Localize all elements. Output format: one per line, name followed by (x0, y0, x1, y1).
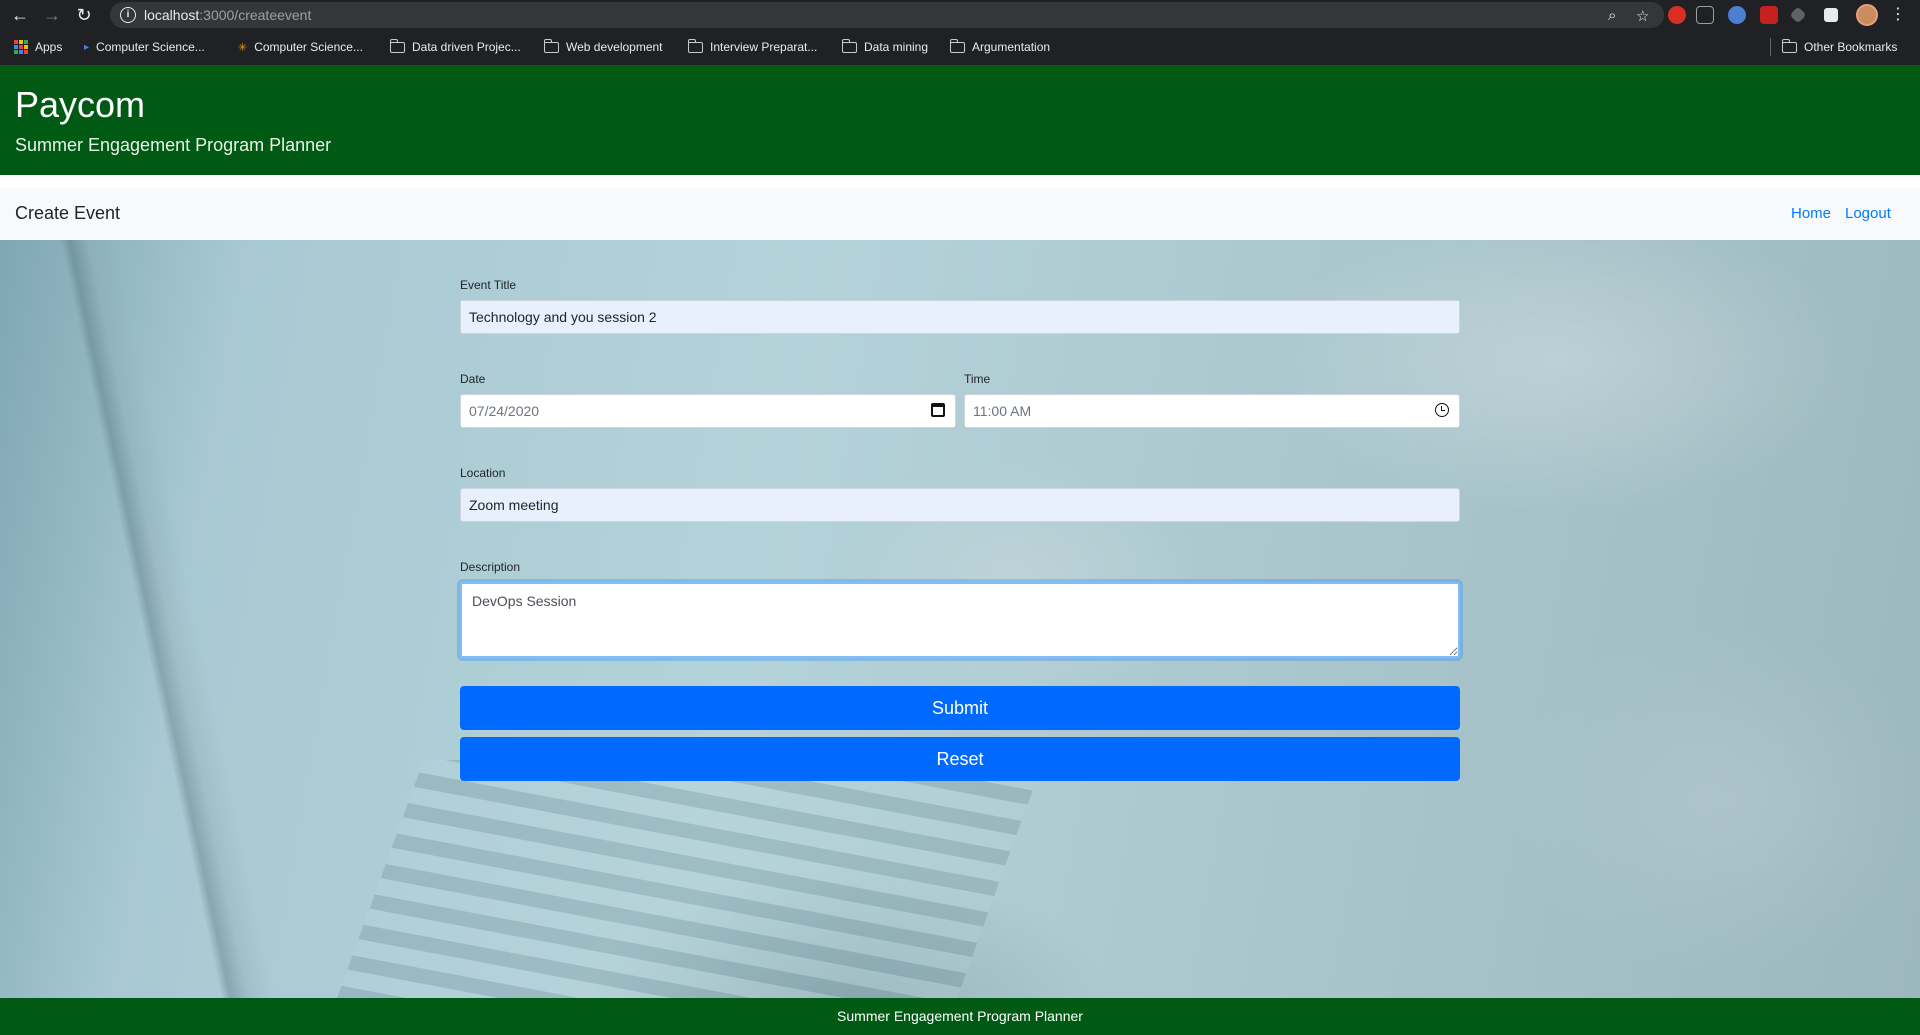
time-label: Time (964, 372, 991, 386)
zoom-icon[interactable]: ⌕ (1608, 7, 1616, 24)
reload-icon[interactable]: ↻ (72, 3, 96, 27)
extension-icon[interactable] (1760, 6, 1778, 24)
bookmark-apps[interactable]: Apps (14, 40, 62, 54)
extension-icon[interactable] (1789, 6, 1807, 24)
date-value: 07/24/2020 (469, 403, 540, 419)
folder-icon (949, 38, 965, 53)
menu-icon[interactable]: ⋮ (1890, 4, 1906, 24)
event-title-input[interactable]: Technology and you session 2 (460, 300, 1460, 334)
puzzle-icon[interactable] (1824, 8, 1838, 22)
bookmark-folder[interactable]: Web development (543, 38, 663, 54)
navbar: Create Event Home Logout (0, 188, 1920, 240)
date-label: Date (460, 372, 486, 386)
bookmarks-divider (1770, 38, 1771, 56)
profile-avatar[interactable] (1856, 4, 1878, 26)
background-laptop-edge (0, 240, 300, 998)
folder-icon (841, 38, 857, 53)
nav-link-logout[interactable]: Logout (1845, 205, 1891, 222)
site-header: Paycom Summer Engagement Program Planner (0, 66, 1920, 175)
nav-link-home[interactable]: Home (1791, 205, 1831, 222)
bookmark-item[interactable]: ✳ Computer Science... (238, 40, 363, 54)
bookmark-favicon-icon: ✳ (238, 41, 248, 54)
clock-icon[interactable] (1435, 403, 1449, 417)
folder-icon (687, 38, 703, 53)
folder-icon (543, 38, 559, 53)
folder-icon (389, 38, 405, 53)
extension-icon[interactable] (1696, 6, 1714, 24)
bookmark-folder[interactable]: Interview Preparat... (687, 38, 817, 54)
footer-text: Summer Engagement Program Planner (837, 1008, 1083, 1024)
description-textarea[interactable]: DevOps Session (460, 582, 1460, 658)
address-url[interactable]: localhost:3000/createevent (144, 7, 311, 23)
brand-title: Paycom (15, 84, 146, 125)
extension-icon[interactable] (1728, 6, 1746, 24)
bookmark-other[interactable]: Other Bookmarks (1781, 38, 1897, 54)
forward-icon[interactable]: → (40, 3, 64, 27)
browser-toolbar: ← → ↻ i localhost:3000/createevent ⌕ ☆ ⋮ (0, 0, 1920, 30)
calendar-icon[interactable] (931, 403, 945, 417)
bookmarks-bar: Apps ▸ Computer Science... ✳ Computer Sc… (0, 30, 1920, 66)
location-label: Location (460, 466, 506, 480)
bookmark-folder[interactable]: Data driven Projec... (389, 38, 521, 54)
bookmark-favicon-icon: ▸ (84, 41, 90, 53)
background-image: Event Title Technology and you session 2… (0, 240, 1920, 1000)
location-input[interactable]: Zoom meeting (460, 488, 1460, 522)
submit-button[interactable]: Submit (460, 686, 1460, 730)
time-value: 11:00 AM (973, 403, 1032, 419)
background-keyboard (336, 760, 1044, 1000)
site-info-icon[interactable]: i (120, 7, 136, 23)
address-bar[interactable]: i localhost:3000/createevent ⌕ ☆ (110, 2, 1664, 28)
bookmark-folder[interactable]: Argumentation (949, 38, 1050, 54)
star-icon[interactable]: ☆ (1636, 7, 1649, 25)
page-title: Create Event (15, 203, 121, 223)
extension-icon[interactable] (1668, 6, 1686, 24)
folder-icon (1781, 38, 1797, 53)
bookmark-folder[interactable]: Data mining (841, 38, 928, 54)
brand-tagline: Summer Engagement Program Planner (15, 135, 332, 155)
time-input[interactable]: 11:00 AM (964, 394, 1460, 428)
apps-grid-icon (14, 40, 28, 54)
page: Paycom Summer Engagement Program Planner… (0, 66, 1920, 1035)
bookmark-item[interactable]: ▸ Computer Science... (84, 40, 205, 54)
back-icon[interactable]: ← (8, 3, 32, 27)
reset-button[interactable]: Reset (460, 737, 1460, 781)
event-title-label: Event Title (460, 278, 517, 292)
date-input[interactable]: 07/24/2020 (460, 394, 956, 428)
description-label: Description (460, 560, 521, 574)
site-footer: Summer Engagement Program Planner (0, 998, 1920, 1035)
